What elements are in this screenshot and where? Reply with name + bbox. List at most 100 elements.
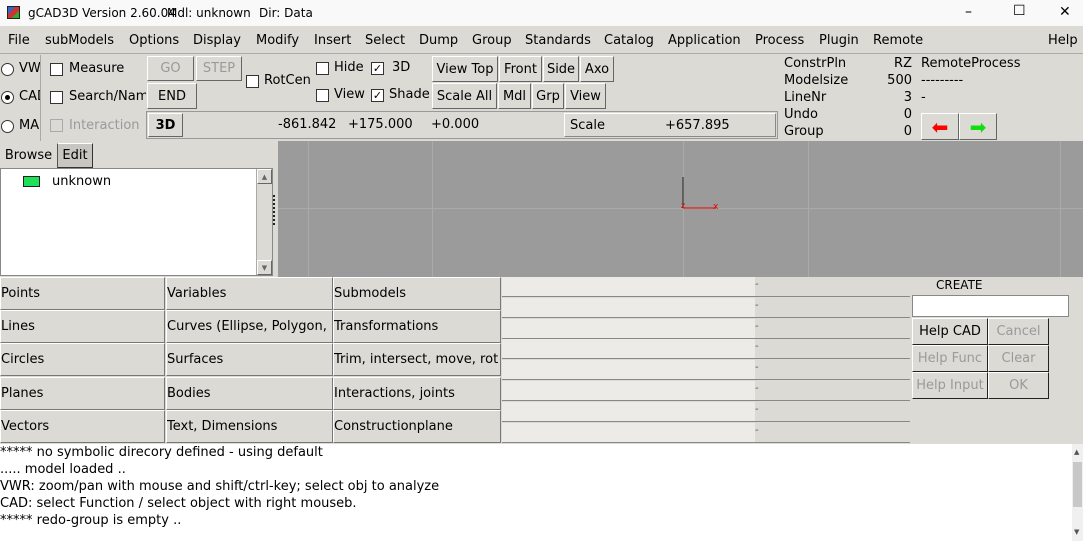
- function-button[interactable]: Curves (Ellipse, Polygon,: [166, 310, 333, 344]
- function-button[interactable]: Interactions, joints: [333, 376, 501, 410]
- constrpln-value: RZ: [894, 56, 912, 71]
- function-button[interactable]: Constructionplane: [333, 409, 501, 443]
- function-button[interactable]: Bodies: [166, 376, 333, 410]
- menu-modify[interactable]: Modify: [256, 33, 299, 48]
- measure-checkbox[interactable]: [50, 63, 63, 76]
- parameter-input[interactable]: [502, 360, 755, 380]
- parameter-input-row[interactable]: -: [502, 339, 910, 360]
- help-func-button[interactable]: Help Func: [912, 345, 988, 372]
- grp-button[interactable]: Grp: [532, 83, 564, 109]
- menu-group[interactable]: Group: [472, 33, 512, 48]
- mode-group: VWR CAD MAN: [0, 55, 40, 141]
- parameter-input[interactable]: [502, 339, 755, 359]
- menu-display[interactable]: Display: [193, 33, 241, 48]
- redo-arrow-button[interactable]: ➡: [959, 113, 997, 140]
- tab-edit[interactable]: Edit: [57, 143, 93, 168]
- 3d-checkbox[interactable]: ✓: [371, 62, 384, 75]
- help-cad-button[interactable]: Help CAD: [912, 318, 988, 345]
- parameter-input[interactable]: [502, 277, 755, 296]
- scroll-thumb[interactable]: [1073, 462, 1082, 507]
- parameter-input[interactable]: [502, 401, 755, 421]
- parameter-input-row[interactable]: -: [502, 277, 910, 297]
- step-button[interactable]: STEP: [196, 56, 242, 81]
- menu-plugin[interactable]: Plugin: [819, 33, 859, 48]
- parameter-input-row[interactable]: -: [502, 381, 910, 401]
- message-scrollbar[interactable]: ▲ ▼: [1072, 444, 1083, 541]
- parameter-input[interactable]: [502, 297, 755, 317]
- menu-process[interactable]: Process: [755, 33, 804, 48]
- menu-submodels[interactable]: subModels: [45, 33, 114, 48]
- function-button[interactable]: Circles: [0, 343, 165, 377]
- function-button[interactable]: Lines: [0, 310, 165, 344]
- view-top-button[interactable]: View Top: [432, 56, 498, 82]
- ok-button[interactable]: OK: [988, 372, 1049, 399]
- create-input[interactable]: [912, 295, 1069, 317]
- end-button[interactable]: END: [147, 83, 197, 109]
- function-button[interactable]: Surfaces: [166, 343, 333, 377]
- parameter-info: -: [755, 424, 759, 436]
- menu-select[interactable]: Select: [365, 33, 405, 48]
- function-button[interactable]: Submodels: [333, 277, 501, 310]
- mdl-button[interactable]: Mdl: [498, 83, 531, 109]
- menu-help[interactable]: Help: [1048, 33, 1078, 48]
- view-button[interactable]: View: [565, 83, 606, 109]
- message-line: ..... model loaded ..: [0, 462, 126, 477]
- 3d-viewport[interactable]: x z: [278, 141, 1083, 277]
- parameter-input-row[interactable]: -: [502, 422, 910, 443]
- menu-insert[interactable]: Insert: [314, 33, 351, 48]
- parameter-input-row[interactable]: -: [502, 360, 910, 381]
- interaction-checkbox[interactable]: [50, 119, 63, 132]
- help-input-button[interactable]: Help Input: [912, 372, 988, 399]
- search-checkbox[interactable]: [50, 91, 63, 104]
- radio-man[interactable]: [1, 120, 14, 133]
- radio-vwr[interactable]: [1, 63, 14, 76]
- menu-catalog[interactable]: Catalog: [604, 33, 654, 48]
- menu-remote[interactable]: Remote: [873, 33, 923, 48]
- menu-options[interactable]: Options: [129, 33, 179, 48]
- scroll-up-icon[interactable]: ▲: [257, 169, 272, 184]
- function-button[interactable]: Vectors: [0, 409, 165, 443]
- rotcen-checkbox[interactable]: [246, 75, 259, 88]
- clear-button[interactable]: Clear: [988, 345, 1049, 372]
- close-button[interactable]: ✕: [1059, 4, 1071, 20]
- scroll-down-icon[interactable]: ▼: [257, 260, 272, 275]
- parameter-input-row[interactable]: -: [502, 401, 910, 422]
- function-button[interactable]: Points: [0, 277, 165, 310]
- hide-checkbox[interactable]: [316, 62, 329, 75]
- menu-application[interactable]: Application: [668, 33, 741, 48]
- side-button[interactable]: Side: [543, 56, 579, 82]
- function-button[interactable]: Planes: [0, 376, 165, 410]
- parameter-info: -: [755, 279, 759, 290]
- undo-arrow-button[interactable]: ⬅: [921, 113, 959, 140]
- function-button[interactable]: Text, Dimensions: [166, 409, 333, 443]
- tab-browse[interactable]: Browse: [0, 143, 57, 167]
- maximize-button[interactable]: ☐: [1013, 3, 1026, 19]
- tree-scrollbar[interactable]: ▲ ▼: [256, 169, 272, 275]
- function-button[interactable]: Transformations: [333, 310, 501, 344]
- parameter-input-row[interactable]: -: [502, 297, 910, 318]
- parameter-input-row[interactable]: -: [502, 318, 910, 339]
- minimize-button[interactable]: –: [965, 4, 972, 20]
- go-button[interactable]: GO: [147, 56, 194, 81]
- parameter-input[interactable]: [502, 422, 755, 442]
- shade-checkbox[interactable]: ✓: [371, 89, 384, 102]
- parameter-input[interactable]: [502, 381, 755, 400]
- cancel-button[interactable]: Cancel: [988, 318, 1049, 345]
- scroll-up-icon[interactable]: ▲: [1074, 448, 1079, 456]
- pane-resize-handle[interactable]: [273, 195, 276, 225]
- svg-text:x: x: [713, 202, 719, 211]
- menu-file[interactable]: File: [8, 33, 30, 48]
- menu-dump[interactable]: Dump: [419, 33, 458, 48]
- scale-all-button[interactable]: Scale All: [432, 83, 497, 109]
- menu-standards[interactable]: Standards: [525, 33, 591, 48]
- status-panel: ConstrPln RZ Modelsize 500 LineNr 3 Undo…: [784, 56, 914, 140]
- axo-button[interactable]: Axo: [580, 56, 614, 82]
- parameter-input[interactable]: [502, 318, 755, 338]
- measure-label: Measure: [69, 61, 125, 76]
- radio-cad[interactable]: [1, 91, 14, 104]
- view-checkbox[interactable]: [316, 89, 329, 102]
- scroll-down-icon[interactable]: ▼: [1074, 528, 1079, 536]
- front-button[interactable]: Front: [499, 56, 542, 82]
- function-button[interactable]: Trim, intersect, move, rot: [333, 343, 501, 377]
- function-button[interactable]: Variables: [166, 277, 333, 310]
